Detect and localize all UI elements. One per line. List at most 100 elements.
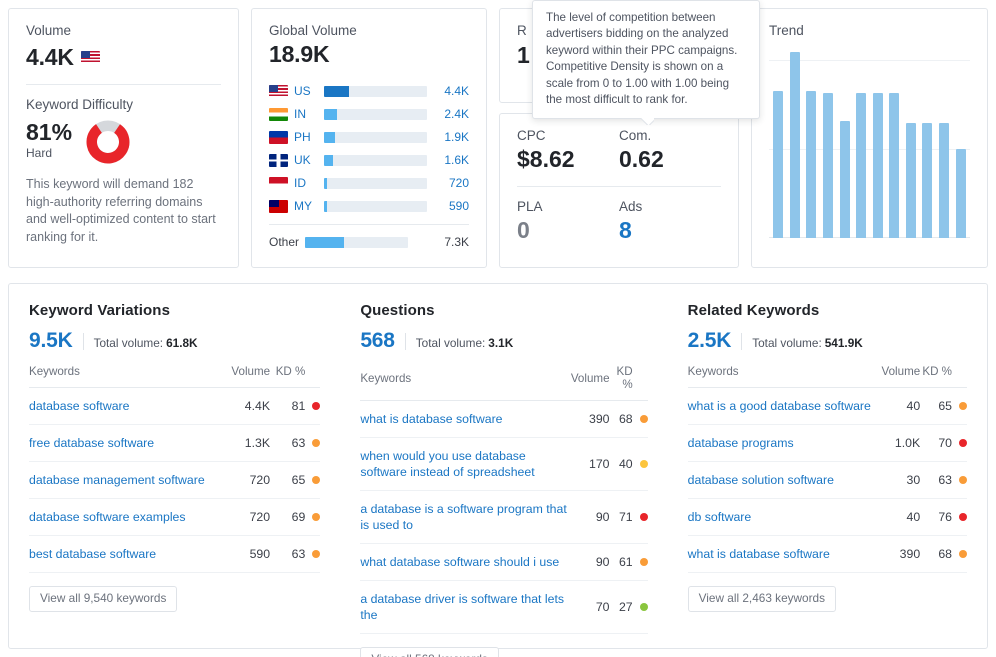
keyword-link[interactable]: when would you use database software ins… (360, 448, 571, 480)
ads-value[interactable]: 8 (619, 217, 721, 244)
keyword-table-column: Related Keywords 2.5K Total volume: 541.9K K… (668, 284, 987, 657)
trend-bar-column[interactable] (770, 52, 787, 238)
trend-bar-column[interactable] (787, 52, 804, 238)
view-all-button[interactable]: View all 2,463 keywords (687, 586, 836, 612)
volume-bar-track (324, 154, 427, 166)
kd-cell: 71 (609, 490, 648, 544)
column-header-kd[interactable]: KD % (270, 365, 321, 388)
volume-bar-fill (324, 131, 336, 143)
trend-bar-column[interactable] (919, 52, 936, 238)
keyword-overview-dashboard: Volume 4.4K Keyword Difficulty 81% Hard … (0, 0, 996, 657)
keyword-link[interactable]: database solution software (688, 472, 834, 488)
country-code[interactable]: MY (294, 199, 324, 213)
keyword-cell: best database software (29, 535, 227, 573)
kd-cell: 63 (270, 535, 321, 573)
keyword-cell: database programs (687, 424, 880, 462)
country-volume: 590 (448, 199, 469, 213)
trend-bar (839, 120, 850, 238)
trend-bar-chart (769, 52, 970, 238)
table-title: Questions (360, 302, 435, 319)
kd-cell: 81 (270, 387, 321, 425)
keyword-link[interactable]: a database is a software program that is… (360, 501, 571, 533)
volume-cell: 30 (879, 461, 921, 499)
trend-bar-column[interactable] (869, 52, 886, 238)
keyword-link[interactable]: what is a good database software (688, 398, 871, 414)
kd-cell: 69 (270, 498, 321, 536)
cpc-bottom-row: PLA 0 Ads 8 (517, 199, 721, 244)
keyword-link[interactable]: database software examples (29, 509, 186, 525)
kd-status-dot (639, 513, 648, 521)
kd-cell: 68 (609, 400, 648, 438)
column-header-volume[interactable]: Volume (879, 365, 921, 388)
trend-card: Trend (751, 8, 988, 268)
column-header-kd[interactable]: KD % (609, 365, 648, 401)
view-all-button[interactable]: View all 568 keywords (360, 647, 499, 657)
volume-cell: 390 (879, 535, 921, 573)
table-row: database solution software 30 63 (687, 461, 967, 499)
country-volume: 720 (448, 176, 469, 190)
trend-bar-column[interactable] (836, 52, 853, 238)
trend-bar-column[interactable] (820, 52, 837, 238)
country-code[interactable]: IN (294, 107, 324, 121)
trend-bar (789, 52, 800, 238)
view-all-button[interactable]: View all 9,540 keywords (29, 586, 178, 612)
column-header-volume[interactable]: Volume (570, 365, 610, 401)
competition-label[interactable]: Com. (619, 128, 721, 143)
kd-status-dot (959, 476, 967, 484)
table-header-row: Keywords Volume KD % (687, 365, 967, 388)
column-header-keywords[interactable]: Keywords (360, 365, 571, 401)
trend-bar (889, 92, 900, 238)
country-code[interactable]: US (294, 84, 324, 98)
keyword-link[interactable]: what database software should i use (360, 554, 559, 570)
trend-bar (872, 92, 883, 238)
volume-bar-fill (324, 200, 328, 212)
keyword-link[interactable]: db software (688, 509, 752, 525)
keyword-tables-row: Keyword Variations 9.5K Total volume: 61.8K… (9, 284, 987, 657)
divider (741, 332, 743, 350)
total-volume-label: Total volume: 3.1K (415, 336, 514, 350)
trend-bar-column[interactable] (936, 52, 953, 238)
table-row: when would you use database software ins… (360, 437, 648, 491)
keyword-link[interactable]: free database software (29, 435, 154, 451)
trend-bar-column[interactable] (903, 52, 920, 238)
kd-cell: 76 (920, 498, 967, 536)
volume-bar-fill (324, 108, 338, 120)
keyword-link[interactable]: database management software (29, 472, 205, 488)
table-summary: 9.5K Total volume: 61.8K (29, 329, 320, 353)
kd-status-dot (959, 439, 967, 447)
column-header-keywords[interactable]: Keywords (687, 365, 880, 388)
keyword-link[interactable]: database software (29, 398, 130, 414)
country-code[interactable]: UK (294, 153, 324, 167)
column-header-kd[interactable]: KD % (920, 365, 967, 388)
country-code[interactable]: PH (294, 130, 324, 144)
kd-description: This keyword will demand 182 high-author… (26, 177, 216, 244)
trend-bar-column[interactable] (886, 52, 903, 238)
competition-metric[interactable]: Com. 0.62 (619, 128, 721, 173)
country-code[interactable]: ID (294, 176, 324, 190)
keyword-link[interactable]: what is database software (688, 546, 830, 562)
table-row: what is a good database software 40 65 (687, 387, 967, 425)
kd-status-dot (639, 460, 648, 468)
column-header-keywords[interactable]: Keywords (29, 365, 227, 388)
volume-cell: 40 (879, 498, 921, 536)
country-row-other: Other 7.3K (269, 232, 469, 252)
table-title: Related Keywords (687, 302, 820, 319)
keyword-link[interactable]: database programs (688, 435, 794, 451)
volume-card: Volume 4.4K Keyword Difficulty 81% Hard … (8, 8, 239, 268)
keyword-cell: what database software should i use (360, 543, 571, 581)
keyword-link[interactable]: a database driver is software that lets … (360, 591, 571, 623)
keyword-link[interactable]: best database software (29, 546, 156, 562)
table-row: database software examples 720 69 (29, 498, 321, 536)
volume-bar-fill (324, 177, 328, 189)
trend-bar (922, 122, 933, 238)
table-row: best database software 590 63 (29, 535, 321, 573)
volume-cell: 170 (570, 437, 610, 491)
table-header-row: Keywords Volume KD % (360, 365, 648, 401)
keyword-cell: what is database software (687, 535, 880, 573)
keyword-difficulty-label: Keyword Difficulty (26, 97, 134, 112)
column-header-volume[interactable]: Volume (226, 365, 271, 388)
trend-bar-column[interactable] (803, 52, 820, 238)
keyword-link[interactable]: what is database software (360, 411, 502, 427)
trend-bar-column[interactable] (853, 52, 870, 238)
trend-bar-column[interactable] (952, 52, 969, 238)
